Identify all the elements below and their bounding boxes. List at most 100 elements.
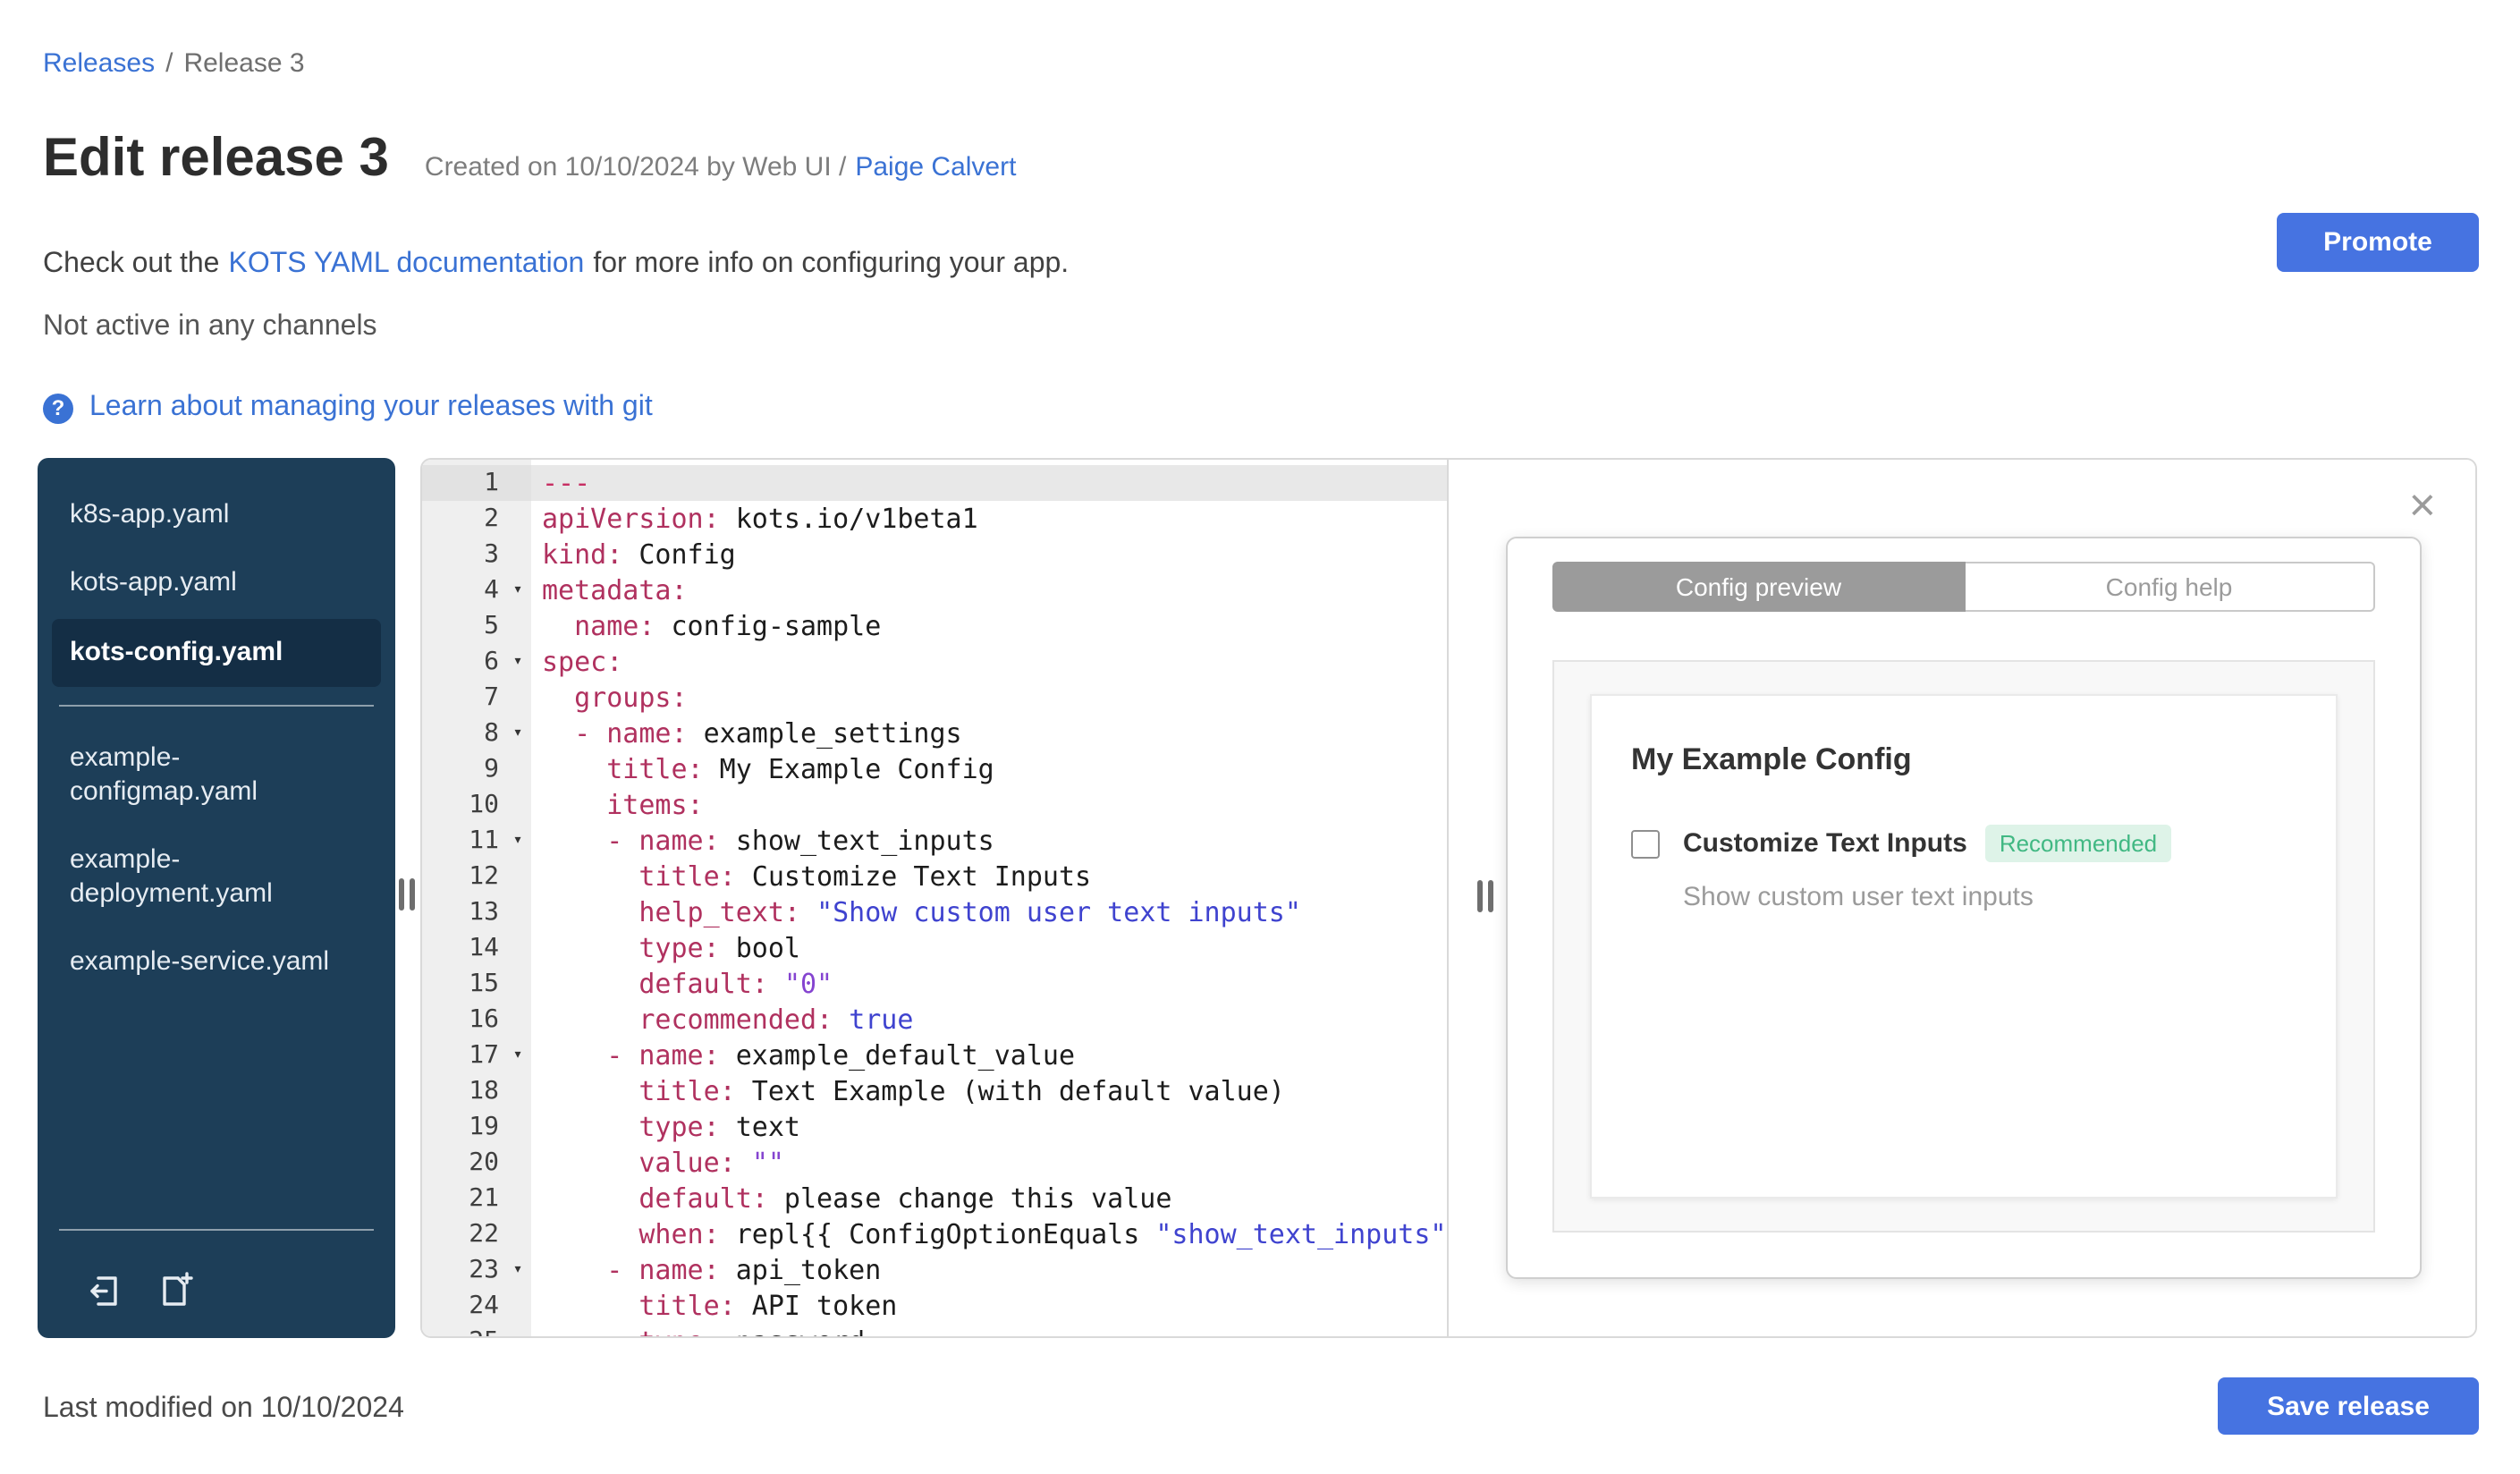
code-line[interactable]: 17 ▾ - name: example_default_value [422, 1038, 1447, 1073]
code-lines: 1 --- 2 apiVersion: kots.io/v1beta1 3 kind: C… [422, 465, 1447, 1336]
line-number: 13 [469, 898, 499, 927]
editor-resize-handle[interactable] [1477, 880, 1493, 912]
code-line[interactable]: 23 ▾ - name: api_token [422, 1252, 1447, 1288]
breadcrumb-releases-link[interactable]: Releases [43, 48, 155, 79]
file-list-top: k8s-app.yaml kots-app.yaml kots-config.yam… [38, 458, 395, 686]
kots-docs-link[interactable]: KOTS YAML documentation [228, 249, 584, 281]
code-line[interactable]: 7 groups: [422, 680, 1447, 716]
line-number: 4 ▾ [422, 572, 531, 608]
customize-text-inputs-checkbox[interactable] [1631, 829, 1660, 858]
code-line[interactable]: 9 title: My Example Config [422, 751, 1447, 787]
line-number: 22 [469, 1220, 499, 1249]
breadcrumb: Releases / Release 3 [43, 48, 305, 79]
breadcrumb-current: Release 3 [183, 48, 305, 79]
line-number: 8 ▾ [422, 716, 531, 751]
code-line[interactable]: 20 value: "" [422, 1145, 1447, 1181]
save-release-button[interactable]: Save release [2218, 1377, 2479, 1435]
recommended-badge: Recommended [1984, 825, 2172, 862]
git-help-link[interactable]: Learn about managing your releases with … [89, 392, 653, 424]
line-number: 7 [484, 683, 499, 712]
config-preview-surface: My Example Config Customize Text Inputs … [1552, 660, 2375, 1233]
release-editor: k8s-app.yaml kots-app.yaml kots-config.yam… [38, 458, 2477, 1338]
line-number: 9 [484, 755, 499, 784]
upload-file-icon[interactable] [84, 1270, 123, 1309]
code-line[interactable]: 3 kind: Config [422, 537, 1447, 572]
code-line[interactable]: 15 default: "0" [422, 966, 1447, 1002]
config-group-title: My Example Config [1631, 742, 1912, 776]
line-number: 11 ▾ [422, 823, 531, 859]
config-option-row: Customize Text Inputs Recommended [1631, 825, 2296, 862]
code-line[interactable]: 24 title: API token [422, 1288, 1447, 1324]
promote-button[interactable]: Promote [2277, 213, 2479, 272]
line-number: 20 [469, 1148, 499, 1177]
code-line[interactable]: 1 --- [422, 465, 1447, 501]
sidebar-resize-handle[interactable] [399, 878, 415, 911]
file-item[interactable]: example-deployment.yaml [38, 826, 395, 928]
code-line[interactable]: 16 recommended: true [422, 1002, 1447, 1038]
channel-status: Not active in any channels [43, 311, 377, 342]
file-item[interactable]: example-service.yaml [38, 928, 395, 995]
new-file-icon[interactable] [156, 1270, 195, 1309]
page-title: Edit release 3 [43, 129, 389, 188]
doc-text-suffix: for more info on configuring your app. [593, 249, 1070, 279]
preview-tabs: Config preview Config help [1552, 562, 2375, 612]
editor-shell: 1 --- 2 apiVersion: kots.io/v1beta1 3 kind: C… [420, 458, 2477, 1338]
line-number: 14 [469, 934, 499, 962]
created-by-link[interactable]: Paige Calvert [855, 152, 1016, 182]
created-info: Created on 10/10/2024 by Web UI / Paige … [425, 152, 1017, 182]
code-line[interactable]: 25 type: password [422, 1324, 1447, 1336]
code-line[interactable]: 2 apiVersion: kots.io/v1beta1 [422, 501, 1447, 537]
code-line[interactable]: 21 default: please change this value [422, 1181, 1447, 1216]
code-line[interactable]: 12 title: Customize Text Inputs [422, 859, 1447, 894]
line-number: 25 [422, 1324, 531, 1336]
code-line[interactable]: 10 items: [422, 787, 1447, 823]
line-number: 1 [422, 465, 531, 501]
fold-arrow-icon[interactable]: ▾ [504, 1252, 531, 1288]
file-item[interactable]: kots-app.yaml [38, 548, 395, 615]
line-number: 12 [469, 862, 499, 891]
line-number: 21 [469, 1184, 499, 1213]
code-line[interactable]: 11 ▾ - name: show_text_inputs [422, 823, 1447, 859]
line-number: 5 [484, 612, 499, 640]
code-line[interactable]: 5 name: config-sample [422, 608, 1447, 644]
code-line[interactable]: 4 ▾ metadata: [422, 572, 1447, 608]
git-help-row: ? Learn about managing your releases wit… [43, 392, 653, 424]
code-line[interactable]: 6 ▾ spec: [422, 644, 1447, 680]
file-item[interactable]: kots-config.yaml [52, 619, 381, 686]
line-number: 17 ▾ [422, 1038, 531, 1073]
code-line[interactable]: 19 type: text [422, 1109, 1447, 1145]
yaml-editor[interactable]: 1 --- 2 apiVersion: kots.io/v1beta1 3 kind: C… [422, 460, 1447, 1336]
config-card: Config preview Config help My Example Co… [1506, 537, 2422, 1279]
config-option-label: Customize Text Inputs [1683, 828, 1967, 859]
line-number: 2 [484, 504, 499, 533]
fold-arrow-icon[interactable]: ▾ [504, 716, 531, 751]
code-line[interactable]: 13 help_text: "Show custom user text inp… [422, 894, 1447, 930]
line-number: 15 [469, 970, 499, 998]
file-sidebar: k8s-app.yaml kots-app.yaml kots-config.yam… [38, 458, 395, 1338]
code-line[interactable]: 14 type: bool [422, 930, 1447, 966]
fold-arrow-icon[interactable]: ▾ [504, 644, 531, 680]
doc-text-prefix: Check out the [43, 249, 220, 279]
code-line[interactable]: 18 title: Text Example (with default val… [422, 1073, 1447, 1109]
file-item[interactable]: k8s-app.yaml [38, 481, 395, 548]
file-item[interactable]: example-configmap.yaml [38, 724, 395, 826]
line-number: 3 [484, 540, 499, 569]
last-modified: Last modified on 10/10/2024 [43, 1394, 404, 1424]
fold-arrow-icon[interactable]: ▾ [504, 823, 531, 859]
tab-config-preview[interactable]: Config preview [1552, 562, 1965, 612]
code-line[interactable]: 22 when: repl{{ ConfigOptionEquals "show… [422, 1216, 1447, 1252]
code-line[interactable]: 8 ▾ - name: example_settings [422, 716, 1447, 751]
line-number: 6 ▾ [422, 644, 531, 680]
config-preview-panel: × Config preview Config help My Example … [1447, 460, 2475, 1336]
fold-arrow-icon[interactable]: ▾ [504, 1038, 531, 1073]
close-icon[interactable]: × [2409, 481, 2436, 528]
created-text: Created on 10/10/2024 by Web UI / [424, 152, 847, 182]
file-actions [38, 1249, 395, 1338]
tab-config-help[interactable]: Config help [1965, 562, 2375, 612]
fold-arrow-icon[interactable]: ▾ [504, 572, 531, 608]
line-number: 16 [469, 1005, 499, 1034]
help-question-icon[interactable]: ? [43, 393, 73, 423]
page: Releases / Release 3 Edit release 3 Crea… [0, 0, 2520, 1474]
line-number: 24 [469, 1292, 499, 1320]
file-list-bottom: example-configmap.yaml example-deployment… [38, 724, 395, 995]
